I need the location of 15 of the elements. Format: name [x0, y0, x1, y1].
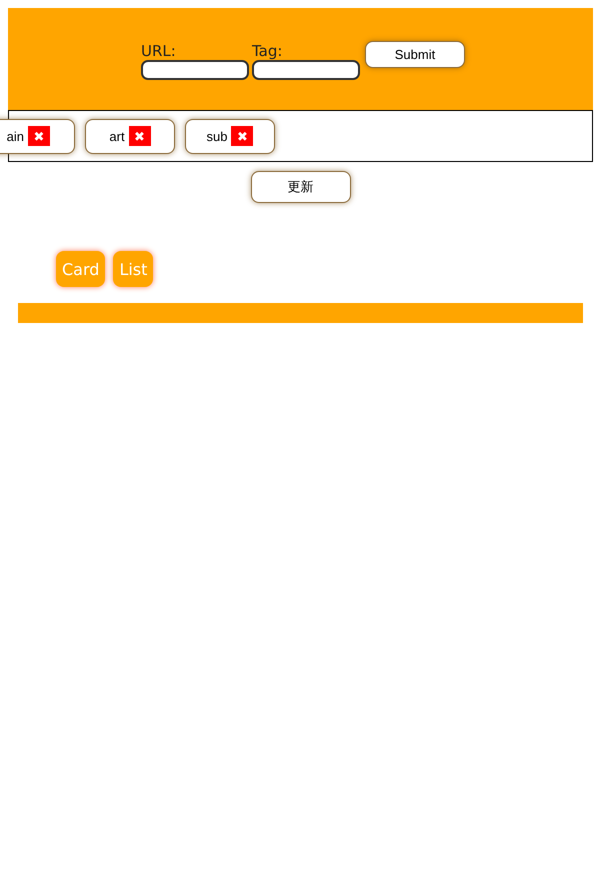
remove-button[interactable]: ✖ — [128, 126, 151, 146]
tag-label: ain — [6, 128, 24, 144]
refresh-button[interactable]: 更新 — [250, 171, 350, 203]
tag-chip[interactable]: art ✖ — [85, 118, 175, 154]
tag-field[interactable] — [252, 60, 360, 80]
tag-label: Tag: — [252, 42, 284, 60]
remove-button[interactable]: ✖ — [28, 126, 50, 146]
url-label: URL: — [141, 42, 177, 60]
remove-button[interactable]: ✖ — [231, 126, 254, 146]
url-field[interactable] — [141, 60, 249, 80]
tag-chip[interactable]: ain ✖ — [0, 118, 75, 154]
tag-label: sub — [206, 128, 228, 144]
submit-button[interactable]: Submit — [365, 40, 465, 68]
tag-label: art — [109, 128, 125, 144]
tag-chip[interactable]: sub ✖ — [185, 118, 275, 154]
